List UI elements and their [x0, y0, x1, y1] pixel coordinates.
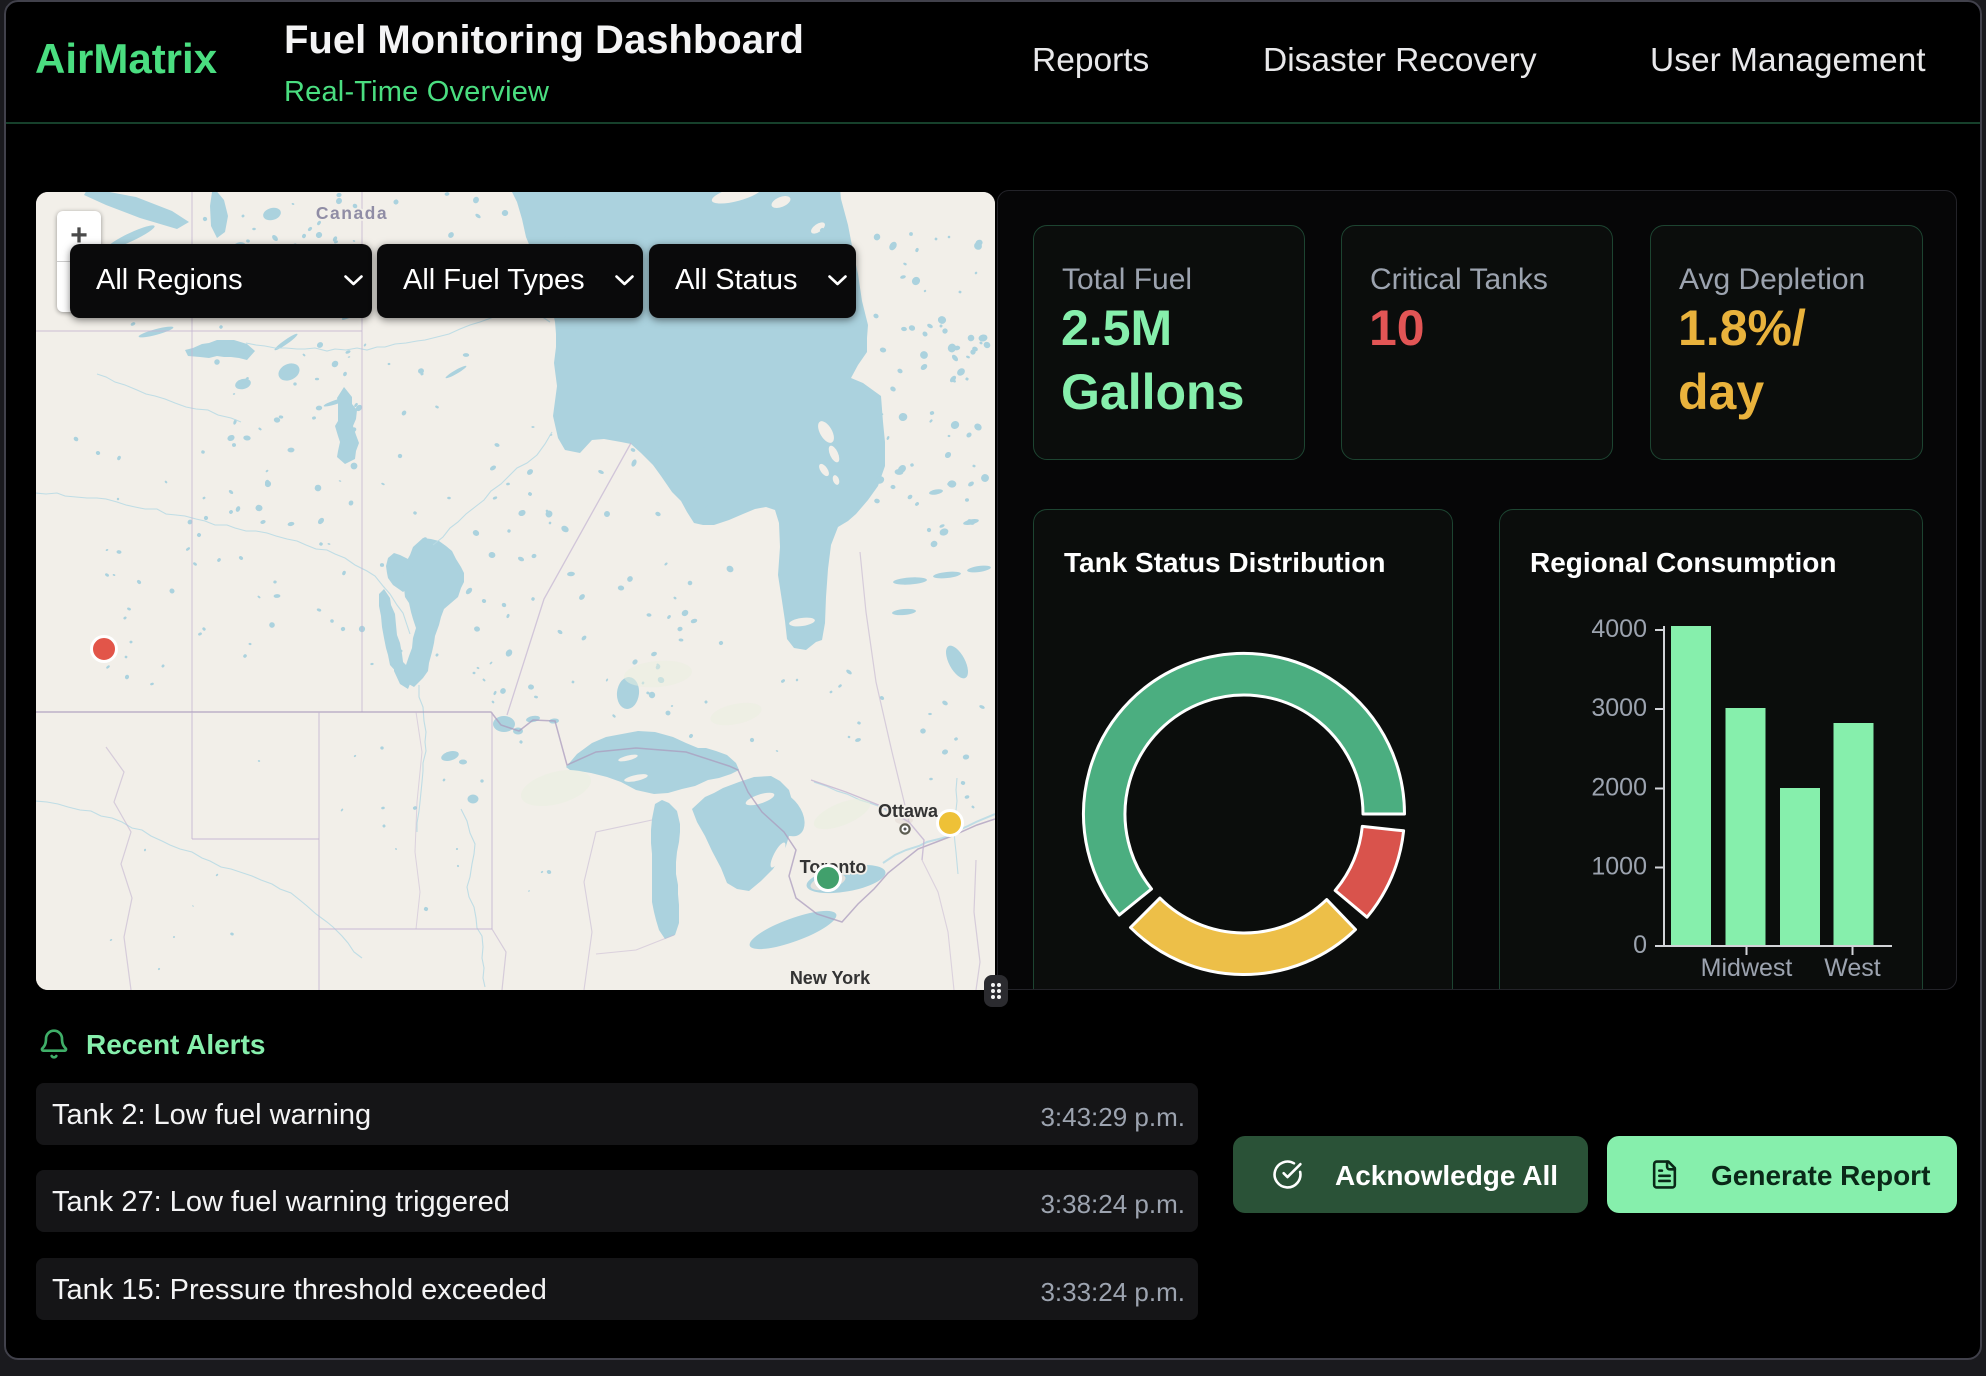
svg-text:3000: 3000	[1591, 694, 1647, 722]
svg-text:New York: New York	[790, 968, 871, 988]
svg-text:Midwest: Midwest	[1701, 954, 1793, 982]
svg-text:Ottawa: Ottawa	[878, 801, 939, 821]
svg-text:2000: 2000	[1591, 774, 1647, 802]
svg-text:West: West	[1824, 954, 1881, 982]
svg-text:0: 0	[1633, 931, 1647, 959]
svg-text:4000: 4000	[1591, 615, 1647, 643]
svg-text:Canada: Canada	[316, 203, 388, 223]
svg-text:1000: 1000	[1591, 853, 1647, 881]
